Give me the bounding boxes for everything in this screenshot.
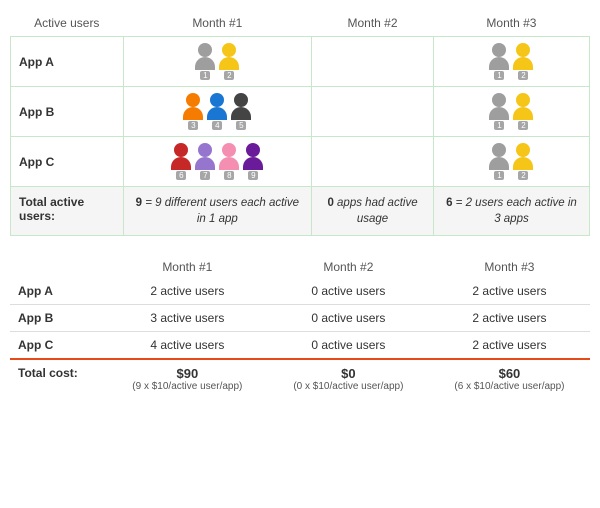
user-icon: 1 <box>489 93 509 130</box>
app-label: App A <box>10 278 107 305</box>
month1-cell: 1 2 <box>123 37 312 87</box>
total-label: Total active users: <box>11 187 124 236</box>
table-row: App C 4 active users 0 active users 2 ac… <box>10 332 590 360</box>
user-icon: 1 <box>195 43 215 80</box>
user-icon: 2 <box>513 43 533 80</box>
month1-cell: 3 active users <box>107 305 268 332</box>
user-icon-group: 1 2 <box>442 143 581 180</box>
month3-cell: 1 2 <box>433 87 589 137</box>
bottom-header-month3: Month #3 <box>429 256 590 278</box>
app-label: App B <box>11 87 124 137</box>
month2-cell: 0 active users <box>268 332 429 360</box>
month3-cell: 2 active users <box>429 278 590 305</box>
bottom-header-month2: Month #2 <box>268 256 429 278</box>
app-label: App C <box>11 137 124 187</box>
total-month2: 0 apps had active usage <box>312 187 434 236</box>
user-icon-group: 3 4 5 <box>132 93 304 130</box>
user-icon: 3 <box>183 93 203 130</box>
top-table-header-row: Active users Month #1 Month #2 Month #3 <box>11 10 590 37</box>
user-icon: 2 <box>219 43 239 80</box>
user-icon: 1 <box>489 43 509 80</box>
user-icon-group: 1 2 <box>132 43 304 80</box>
app-label: App A <box>11 37 124 87</box>
user-icon: 4 <box>207 93 227 130</box>
user-icon-group: 1 2 <box>442 43 581 80</box>
user-icon: 8 <box>219 143 239 180</box>
app-label: App C <box>10 332 107 360</box>
month1-cell: 6 7 8 9 <box>123 137 312 187</box>
cost-table: Month #1 Month #2 Month #3 App A 2 activ… <box>10 256 590 398</box>
table-row: App B 3 4 5 1 2 <box>11 87 590 137</box>
month1-cell: 2 active users <box>107 278 268 305</box>
month2-cell <box>312 87 434 137</box>
table-row: App A 1 2 1 2 <box>11 37 590 87</box>
user-icon: 6 <box>171 143 191 180</box>
user-icon-group: 6 7 8 9 <box>132 143 304 180</box>
month3-cell: 2 active users <box>429 332 590 360</box>
month2-cell: 0 active users <box>268 278 429 305</box>
header-month2: Month #2 <box>312 10 434 37</box>
app-label: App B <box>10 305 107 332</box>
user-icon: 9 <box>243 143 263 180</box>
month2-cell <box>312 137 434 187</box>
total-cost-month1: $90 (9 x $10/active user/app) <box>107 359 268 398</box>
total-cost-label: Total cost: <box>10 359 107 398</box>
user-icon: 2 <box>513 93 533 130</box>
month3-cell: 2 active users <box>429 305 590 332</box>
month3-cell: 1 2 <box>433 137 589 187</box>
total-active-users-row: Total active users: 9 = 9 different user… <box>11 187 590 236</box>
month2-cell: 0 active users <box>268 305 429 332</box>
month3-cell: 1 2 <box>433 37 589 87</box>
user-icon: 1 <box>489 143 509 180</box>
active-users-table: Active users Month #1 Month #2 Month #3 … <box>10 10 590 236</box>
table-row: App B 3 active users 0 active users 2 ac… <box>10 305 590 332</box>
total-month1: 9 = 9 different users each active in 1 a… <box>123 187 312 236</box>
month2-cell <box>312 37 434 87</box>
header-active-users: Active users <box>11 10 124 37</box>
header-month1: Month #1 <box>123 10 312 37</box>
user-icon: 7 <box>195 143 215 180</box>
bottom-header-empty <box>10 256 107 278</box>
total-month3: 6 = 2 users each active in 3 apps <box>433 187 589 236</box>
total-cost-month3: $60 (6 x $10/active user/app) <box>429 359 590 398</box>
table-row: App A 2 active users 0 active users 2 ac… <box>10 278 590 305</box>
user-icon: 2 <box>513 143 533 180</box>
header-month3: Month #3 <box>433 10 589 37</box>
user-icon-group: 1 2 <box>442 93 581 130</box>
month1-cell: 4 active users <box>107 332 268 360</box>
total-cost-month2: $0 (0 x $10/active user/app) <box>268 359 429 398</box>
bottom-table-header-row: Month #1 Month #2 Month #3 <box>10 256 590 278</box>
total-cost-row: Total cost: $90 (9 x $10/active user/app… <box>10 359 590 398</box>
bottom-header-month1: Month #1 <box>107 256 268 278</box>
table-row: App C 6 7 8 9 1 2 <box>11 137 590 187</box>
month1-cell: 3 4 5 <box>123 87 312 137</box>
user-icon: 5 <box>231 93 251 130</box>
